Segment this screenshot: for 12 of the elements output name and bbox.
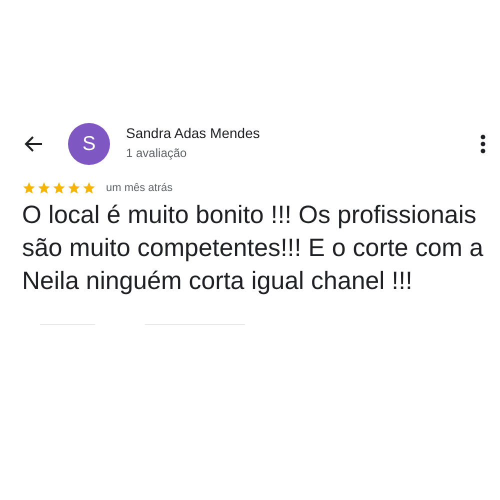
star-icon: [67, 181, 81, 195]
star-icon: [37, 181, 51, 195]
review-text: O local é muito bonito !!! Os profissionais são muito competentes!!! E o corte com a Neila ninguém corta igual chanel !!!: [22, 200, 484, 297]
more-icon: [480, 134, 486, 154]
reviewer-name[interactable]: Sandra Adas Mendes: [126, 124, 480, 140]
more-button[interactable]: [480, 134, 486, 154]
avatar: S: [68, 123, 110, 165]
star-icon: [52, 181, 66, 195]
star-icon: [82, 181, 96, 195]
review-time: um mês atrás: [106, 182, 173, 194]
star-icon: [22, 181, 36, 195]
review-count: 1 avaliação: [126, 146, 188, 160]
